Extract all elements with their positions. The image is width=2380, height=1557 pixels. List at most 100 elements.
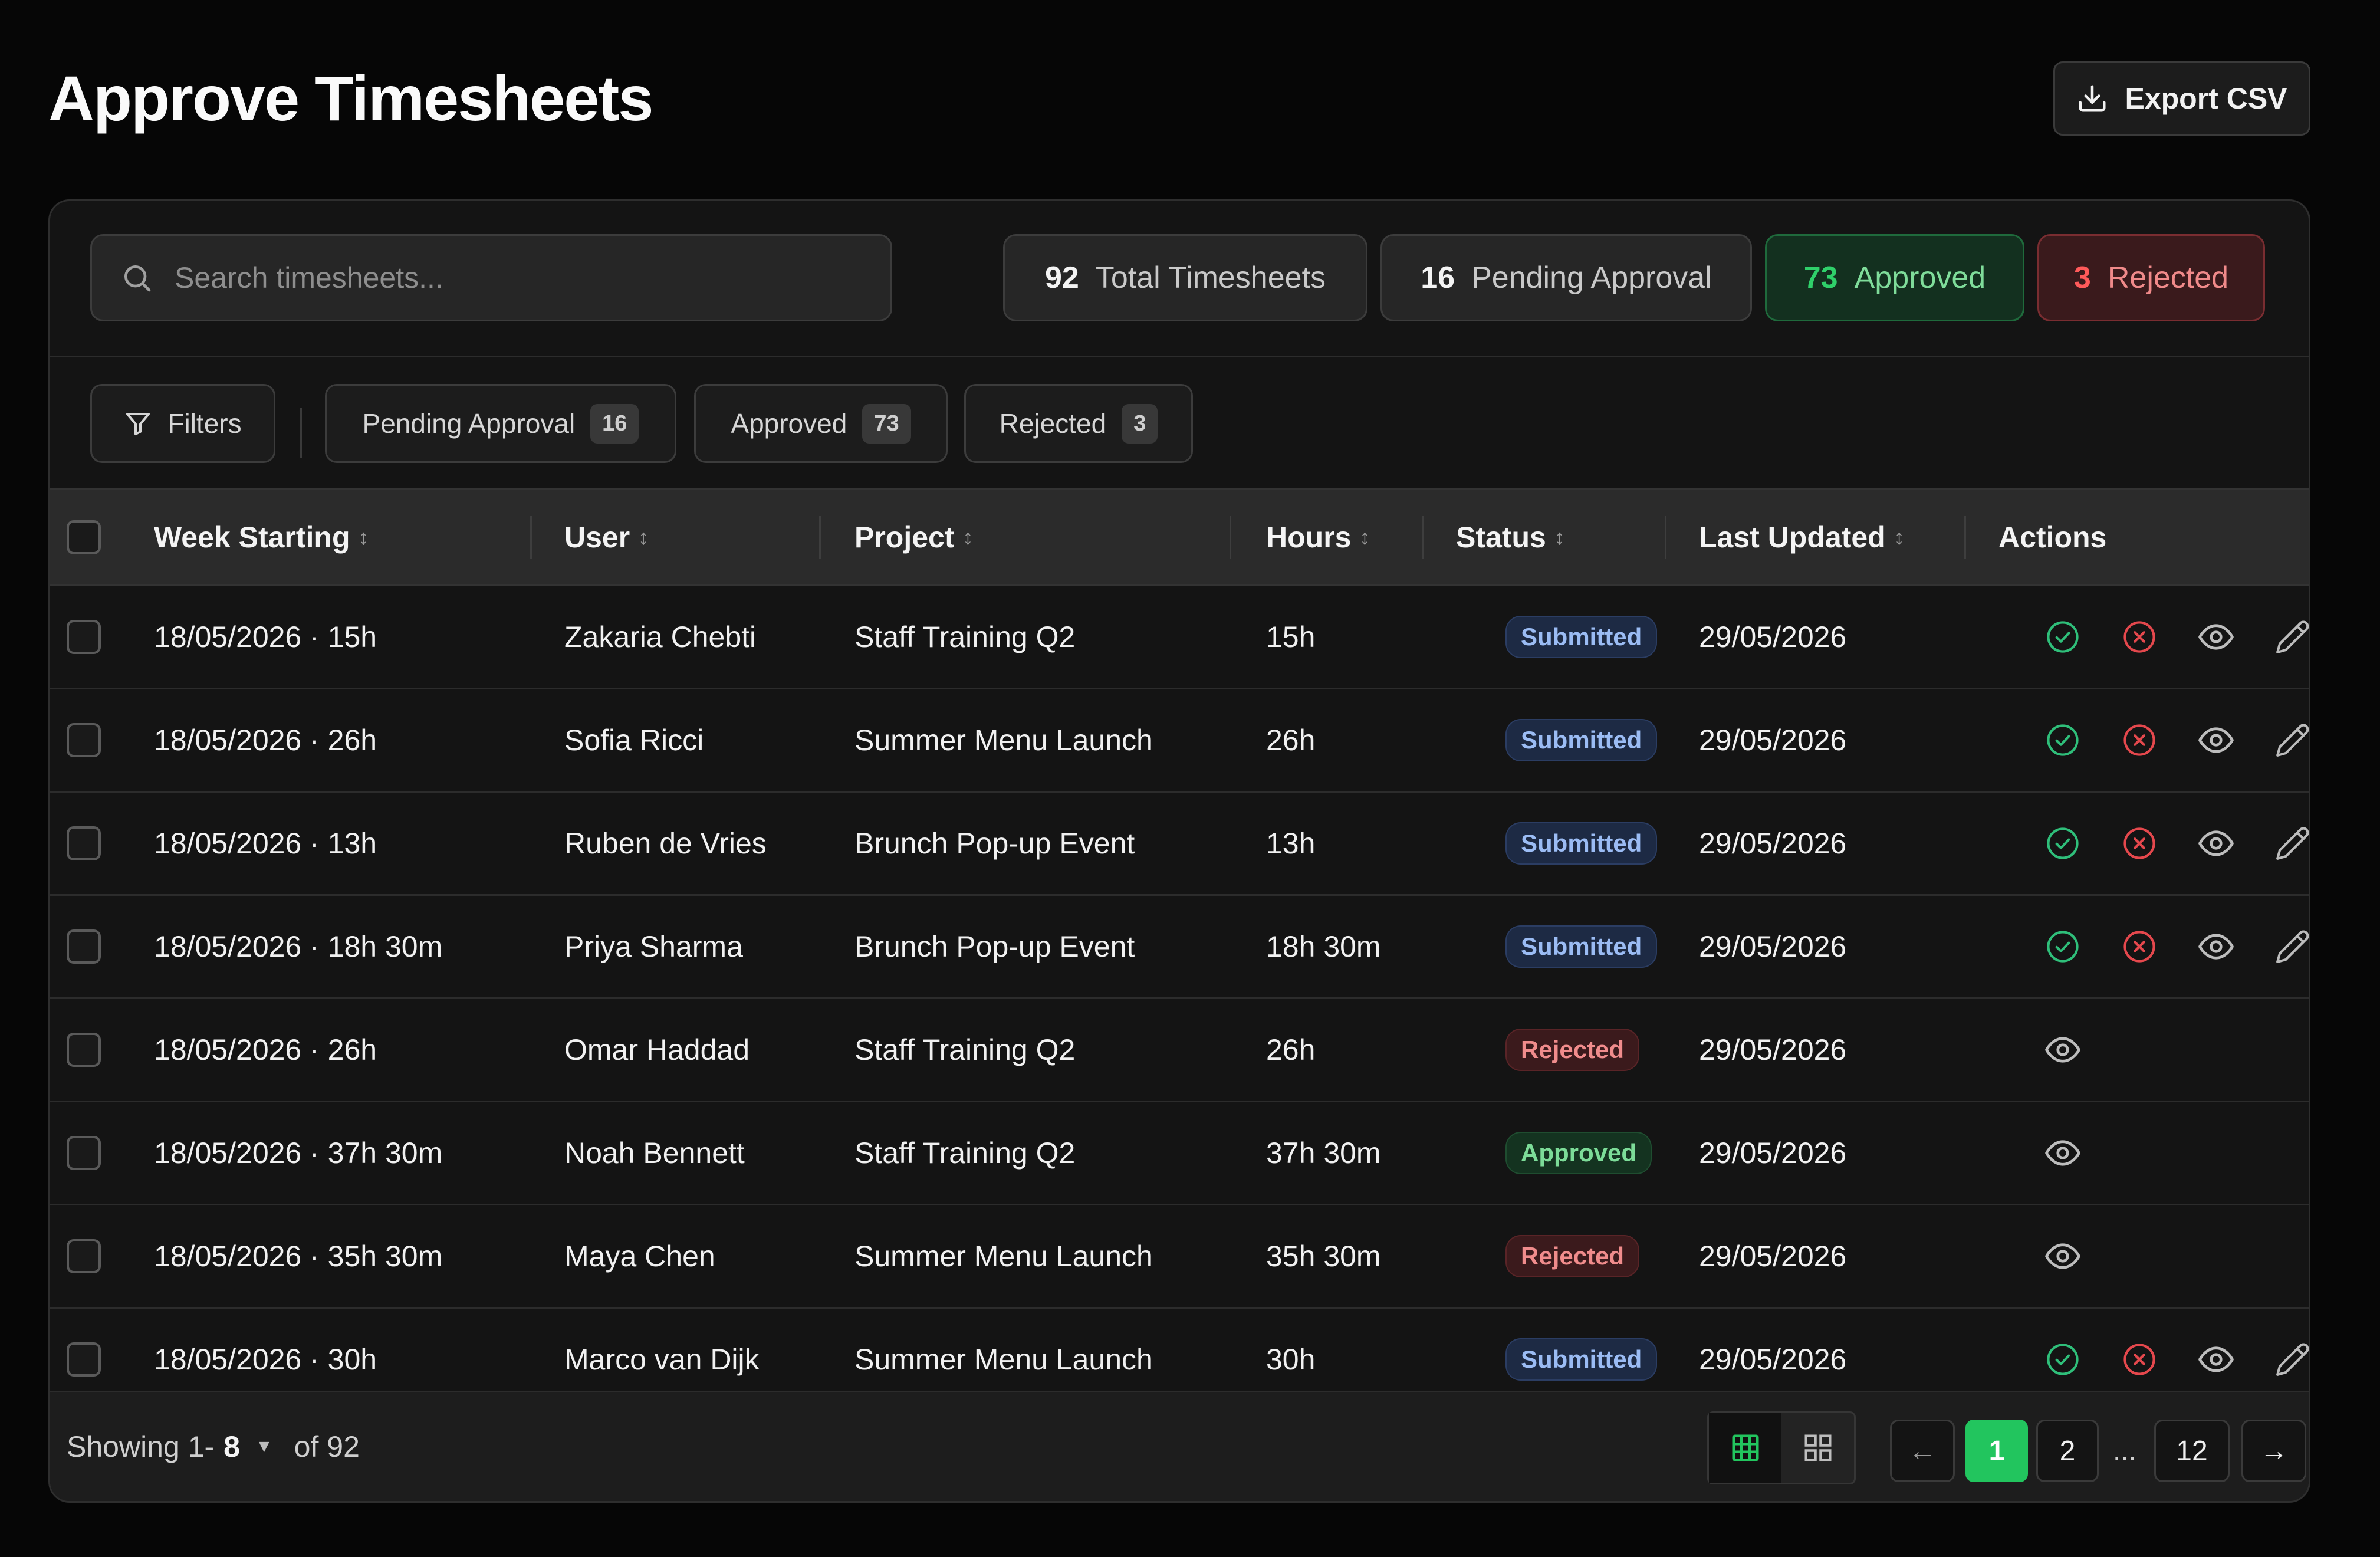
view-toggle (1707, 1411, 1856, 1484)
check-circle-icon[interactable] (2043, 927, 2082, 966)
page-button-2[interactable]: 2 (2036, 1420, 2099, 1482)
table-row[interactable]: 18/05/2026 · 15h Zakaria Chebti Staff Trai… (50, 586, 2309, 689)
chevron-down-icon[interactable]: ▼ (255, 1437, 273, 1457)
cell-last-updated: 29/05/2026 (1699, 1033, 1847, 1066)
cell-status: Rejected (1505, 1205, 1640, 1307)
table-row[interactable]: 18/05/2026 · 18h 30m Priya Sharma Brunch P… (50, 896, 2309, 999)
pencil-icon[interactable] (2273, 617, 2309, 656)
table-row[interactable]: 18/05/2026 · 26h Omar Haddad Staff Trainin… (50, 999, 2309, 1102)
eye-icon[interactable] (2043, 1030, 2082, 1069)
stat-rejected-label: Rejected (2107, 261, 2229, 295)
eye-icon[interactable] (2197, 927, 2236, 966)
row-checkbox[interactable] (67, 723, 101, 757)
stat-approved: 73 Approved (1765, 234, 2024, 321)
x-circle-icon[interactable] (2120, 617, 2159, 656)
chip-approved[interactable]: Approved 73 (694, 384, 948, 463)
filters-button[interactable]: Filters (90, 384, 275, 463)
row-actions (2043, 793, 2309, 894)
row-checkbox[interactable] (67, 1033, 101, 1067)
cell-week-starting: 18/05/2026 · 26h (154, 724, 377, 757)
table-row[interactable]: 18/05/2026 · 35h 30m Maya Chen Summer Menu… (50, 1205, 2309, 1309)
toolbar: 92 Total Timesheets 16 Pending Approval … (50, 201, 2309, 357)
column-status[interactable]: Status ↕ (1456, 490, 1565, 584)
row-checkbox[interactable] (67, 1342, 101, 1377)
eye-icon[interactable] (2197, 824, 2236, 863)
pencil-icon[interactable] (2273, 721, 2309, 760)
column-divider (530, 516, 532, 559)
cell-project: Staff Training Q2 (854, 1033, 1076, 1066)
cell-week-starting: 18/05/2026 · 13h (154, 827, 377, 860)
cell-week-starting: 18/05/2026 · 18h 30m (154, 930, 443, 963)
search-input[interactable] (173, 260, 890, 295)
table-header: Week Starting ↕ User ↕ Project ↕ Hours ↕ Sta… (50, 488, 2309, 586)
pencil-icon[interactable] (2273, 1340, 2309, 1379)
row-actions (2043, 1205, 2082, 1307)
column-divider (1964, 516, 1966, 559)
table-row[interactable]: 18/05/2026 · 37h 30m Noah Bennett Staff Tr… (50, 1102, 2309, 1205)
cell-week-starting: 18/05/2026 · 26h (154, 1033, 377, 1066)
column-user[interactable]: User ↕ (564, 490, 649, 584)
cell-last-updated: 29/05/2026 (1699, 827, 1847, 860)
filter-divider (300, 408, 302, 458)
row-checkbox[interactable] (67, 620, 101, 654)
cell-hours: 37h 30m (1266, 1136, 1381, 1170)
stat-total-count: 92 (1044, 261, 1079, 295)
check-circle-icon[interactable] (2043, 721, 2082, 760)
page-button-1[interactable]: 1 (1965, 1420, 2028, 1482)
table-row[interactable]: 18/05/2026 · 13h Ruben de Vries Brunch Pop… (50, 793, 2309, 896)
column-divider (1230, 516, 1231, 559)
row-checkbox[interactable] (67, 1136, 101, 1170)
check-circle-icon[interactable] (2043, 617, 2082, 656)
per-page-select[interactable]: 8 (223, 1430, 240, 1464)
cell-hours: 13h (1266, 827, 1316, 860)
x-circle-icon[interactable] (2120, 1340, 2159, 1379)
eye-icon[interactable] (2043, 1134, 2082, 1172)
column-project[interactable]: Project ↕ (854, 490, 974, 584)
status-badge: Approved (1505, 1132, 1652, 1174)
chip-rejected[interactable]: Rejected 3 (964, 384, 1193, 463)
check-circle-icon[interactable] (2043, 824, 2082, 863)
grid-view-icon[interactable] (1781, 1413, 1854, 1483)
x-circle-icon[interactable] (2120, 721, 2159, 760)
cell-user: Priya Sharma (564, 930, 743, 963)
check-circle-icon[interactable] (2043, 1340, 2082, 1379)
row-checkbox[interactable] (67, 826, 101, 860)
page-ellipsis: ... (2112, 1435, 2136, 1467)
prev-page-button[interactable]: ← (1890, 1420, 1955, 1482)
table-row[interactable]: 18/05/2026 · 26h Sofia Ricci Summer Menu L… (50, 689, 2309, 793)
eye-icon[interactable] (2043, 1237, 2082, 1276)
x-circle-icon[interactable] (2120, 927, 2159, 966)
next-page-button[interactable]: → (2241, 1420, 2306, 1482)
row-checkbox[interactable] (67, 929, 101, 964)
cell-last-updated: 29/05/2026 (1699, 1240, 1847, 1273)
column-hours[interactable]: Hours ↕ (1266, 490, 1370, 584)
column-last-updated[interactable]: Last Updated ↕ (1699, 490, 1905, 584)
select-all-checkbox[interactable] (67, 520, 101, 554)
chip-count: 16 (590, 403, 639, 444)
column-week-starting[interactable]: Week Starting ↕ (154, 490, 369, 584)
chip-count: 3 (1122, 403, 1158, 444)
table-view-icon[interactable] (1709, 1413, 1781, 1483)
cell-last-updated: 29/05/2026 (1699, 1136, 1847, 1170)
pencil-icon[interactable] (2273, 927, 2309, 966)
status-badge: Submitted (1505, 719, 1658, 761)
sort-icon: ↕ (1554, 525, 1565, 549)
showing-total: of 92 (294, 1430, 360, 1463)
cell-week-starting: 18/05/2026 · 37h 30m (154, 1136, 443, 1170)
eye-icon[interactable] (2197, 1340, 2236, 1379)
status-badge: Submitted (1505, 616, 1658, 658)
column-divider (1422, 516, 1424, 559)
chip-pending-approval[interactable]: Pending Approval 16 (325, 384, 676, 463)
stat-pending-approval: 16 Pending Approval (1380, 234, 1752, 321)
row-checkbox[interactable] (67, 1239, 101, 1273)
x-circle-icon[interactable] (2120, 824, 2159, 863)
cell-user: Noah Bennett (564, 1136, 745, 1170)
pencil-icon[interactable] (2273, 824, 2309, 863)
stat-rejected: 3 Rejected (2037, 234, 2265, 321)
cell-project: Brunch Pop-up Event (854, 930, 1135, 963)
search-box[interactable] (90, 234, 892, 321)
export-csv-button[interactable]: Export CSV (2053, 61, 2310, 136)
eye-icon[interactable] (2197, 617, 2236, 656)
eye-icon[interactable] (2197, 721, 2236, 760)
page-button-12[interactable]: 12 (2154, 1420, 2230, 1482)
